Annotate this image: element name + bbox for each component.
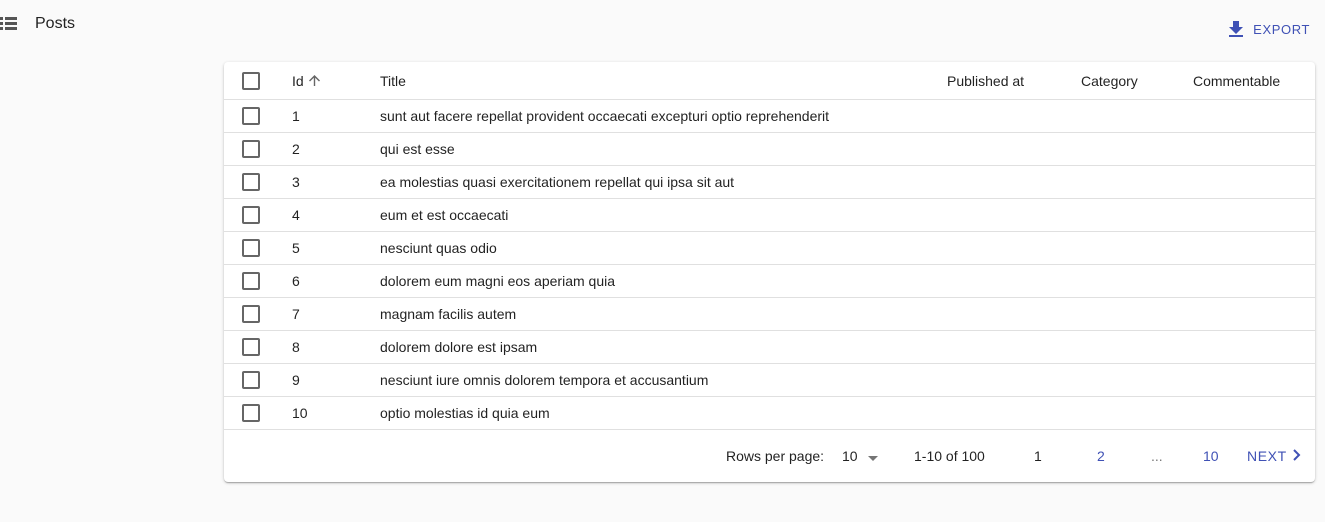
row-select-checkbox[interactable] [242,338,260,356]
menu-list-icon[interactable] [0,14,18,32]
cell-id: 1 [292,108,300,124]
table-row[interactable]: 7 magnam facilis autem [224,298,1315,331]
cell-title: nesciunt quas odio [380,240,497,256]
row-select-checkbox[interactable] [242,371,260,389]
row-select-checkbox[interactable] [242,206,260,224]
rows-per-page-value: 10 [842,448,858,464]
page-1-current: 1 [1034,448,1042,464]
cell-title: dolorem eum magni eos aperiam quia [380,273,616,289]
table-row[interactable]: 3 ea molestias quasi exercitationem repel… [224,166,1315,199]
row-select-checkbox[interactable] [242,272,260,290]
cell-id: 2 [292,141,300,157]
row-select-checkbox[interactable] [242,404,260,422]
pagination-range: 1-10 of 100 [914,448,985,464]
caret-down-icon [867,448,878,464]
table-row[interactable]: 6 dolorem eum magni eos aperiam quia [224,265,1315,298]
column-header-commentable[interactable]: Commentable [1193,62,1280,99]
row-select-checkbox[interactable] [242,305,260,323]
column-header-id[interactable]: Id [292,62,322,99]
column-header-title[interactable]: Title [380,62,406,99]
table-row[interactable]: 2 qui est esse [224,133,1315,166]
next-label: NEXT [1247,448,1287,464]
next-page-button[interactable]: NEXT [1247,430,1303,482]
select-all-checkbox[interactable] [242,71,260,90]
export-label: EXPORT [1253,21,1310,37]
cell-id: 4 [292,207,300,223]
pagination-ellipsis: ... [1151,448,1163,464]
cell-title: optio molestias id quia eum [380,405,550,421]
table-header: Id Title Published at Category Commentab… [224,62,1315,100]
table-body: 1 sunt aut facere repellat provident occa… [224,100,1315,430]
rows-per-page-label: Rows per page: [726,448,825,464]
cell-title: ea molestias quasi exercitationem repell… [380,174,735,190]
cell-title: qui est esse [380,141,455,157]
table-row[interactable]: 5 nesciunt quas odio [224,232,1315,265]
row-select-checkbox[interactable] [242,107,260,125]
cell-title: sunt aut facere repellat provident occae… [380,108,830,124]
cell-title: nesciunt iure omnis dolorem tempora et a… [380,372,709,388]
export-button[interactable]: EXPORT [1229,18,1310,40]
table-row[interactable]: 8 dolorem dolore est ipsam [224,331,1315,364]
row-select-checkbox[interactable] [242,140,260,158]
cell-id: 10 [292,405,308,421]
table-row[interactable]: 10 optio molestias id quia eum [224,397,1315,430]
cell-id: 8 [292,339,300,355]
page-10-button[interactable]: 10 [1203,430,1219,482]
page: Posts EXPORT Id Title Published at Categ… [0,0,1325,522]
column-header-published-at[interactable]: Published at [947,62,1024,99]
column-header-category[interactable]: Category [1081,62,1138,99]
pagination: Rows per page: 10 1-10 of 100 1 2 ... 10… [224,430,1315,482]
page-2-button[interactable]: 2 [1097,430,1105,482]
table-row[interactable]: 4 eum et est occaecati [224,199,1315,232]
cell-id: 7 [292,306,300,322]
cell-title: dolorem dolore est ipsam [380,339,538,355]
rows-per-page-select[interactable]: 10 [842,430,878,482]
posts-datagrid: Id Title Published at Category Commentab… [224,62,1315,482]
cell-id: 9 [292,372,300,388]
cell-title: eum et est occaecati [380,207,509,223]
download-icon [1229,21,1245,37]
cell-id: 5 [292,240,300,256]
chevron-right-icon [1289,448,1303,465]
table-row[interactable]: 9 nesciunt iure omnis dolorem tempora et … [224,364,1315,397]
cell-id: 6 [292,273,300,289]
sort-arrow-up-icon [308,74,322,88]
page-title: Posts [35,15,76,32]
table-row[interactable]: 1 sunt aut facere repellat provident occa… [224,100,1315,133]
cell-id: 3 [292,174,300,190]
row-select-checkbox[interactable] [242,173,260,191]
row-select-checkbox[interactable] [242,239,260,257]
cell-title: magnam facilis autem [380,306,517,322]
